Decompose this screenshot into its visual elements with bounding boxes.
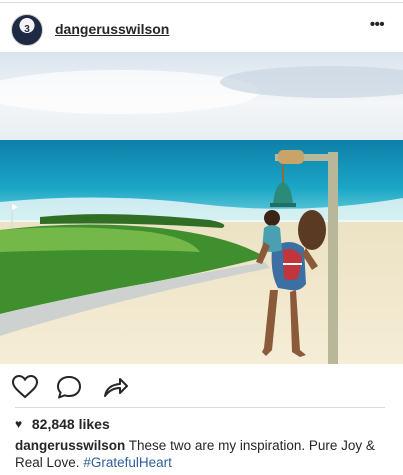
instagram-post: 3 dangerusswilson ••• ♥ 82,848 likes dan… <box>0 0 403 475</box>
like-button[interactable] <box>11 374 39 400</box>
avatar-jersey-number: 3 <box>24 24 30 35</box>
post-username[interactable]: dangerusswilson <box>55 21 169 37</box>
caption-username[interactable]: dangerusswilson <box>15 438 125 453</box>
action-bar <box>0 370 403 404</box>
post-photo[interactable] <box>0 52 403 364</box>
post-caption: dangerusswilson These two are my inspira… <box>15 437 395 471</box>
comment-button[interactable] <box>55 374 83 400</box>
speech-bubble-icon <box>57 376 81 399</box>
heart-outline-icon <box>11 374 39 399</box>
more-options-icon[interactable]: ••• <box>362 16 392 40</box>
action-divider <box>15 407 385 408</box>
top-divider <box>0 2 403 3</box>
beach-photo-illustration <box>0 52 403 364</box>
likes-count[interactable]: ♥ 82,848 likes <box>15 416 110 434</box>
post-header: 3 dangerusswilson ••• <box>0 8 403 50</box>
likes-text: 82,848 likes <box>31 416 110 432</box>
share-button[interactable] <box>101 374 129 400</box>
caption-hashtag[interactable]: #GratefulHeart <box>83 455 172 470</box>
share-arrow-icon <box>104 378 128 397</box>
avatar[interactable]: 3 <box>11 14 43 46</box>
likes-heart-icon: ♥ <box>15 417 23 431</box>
